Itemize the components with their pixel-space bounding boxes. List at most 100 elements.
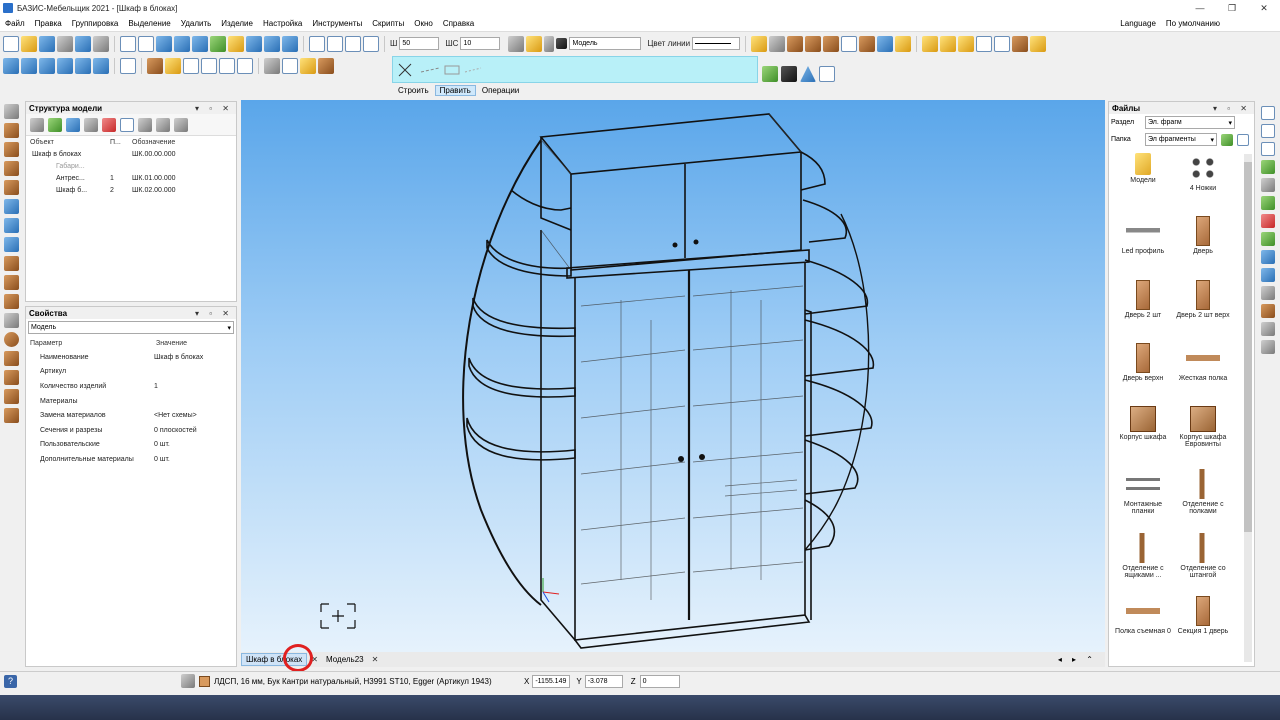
library-item[interactable]: Дверь [1173, 213, 1233, 274]
library-item[interactable]: Монтажные планки [1113, 466, 1173, 527]
width-field[interactable]: 50 [399, 37, 440, 50]
snap-point-icon[interactable] [120, 35, 136, 52]
panel-purple-icon[interactable] [1261, 268, 1275, 282]
prop-row[interactable]: Дополнительные материалы 0 шт. [26, 452, 236, 467]
material-picker-icon[interactable] [181, 674, 195, 688]
camera-view-icon[interactable] [246, 35, 262, 52]
search-icon[interactable] [120, 117, 134, 132]
library-item[interactable]: Модели [1113, 150, 1173, 211]
arc-panel-icon[interactable] [4, 180, 19, 195]
panel-edit-icon[interactable] [805, 35, 822, 52]
view-left-icon[interactable] [39, 58, 55, 74]
cut-list-icon[interactable] [859, 35, 876, 52]
column-code[interactable]: Обозначение [132, 139, 175, 146]
profile-icon[interactable] [4, 294, 19, 309]
materials-icon[interactable] [318, 58, 334, 74]
paste-icon[interactable] [1261, 340, 1275, 354]
sticky-note-icon[interactable] [751, 35, 768, 52]
lightbulb-icon[interactable] [526, 35, 543, 52]
search-model-icon[interactable] [994, 35, 1011, 52]
edit-panels-icon[interactable] [940, 35, 957, 52]
prop-row[interactable]: Материалы [26, 394, 236, 409]
close-button[interactable]: ✕ [1248, 3, 1280, 14]
library-item[interactable]: Полка съемная 0 [1113, 593, 1173, 654]
prop-row[interactable]: Наименование Шкаф в блоках [26, 350, 236, 365]
panel-controls[interactable]: ▾ ▫ ✕ [1213, 104, 1251, 113]
insert-green-icon[interactable] [1261, 160, 1275, 174]
copy-icon[interactable] [1261, 322, 1275, 336]
doc-list-icon[interactable] [1261, 124, 1275, 138]
ws-field[interactable]: 10 [460, 37, 501, 50]
view-top-icon[interactable] [21, 58, 37, 74]
prop-row[interactable]: Сечения и разрезы 0 плоскостей [26, 423, 236, 438]
split-vertical-icon[interactable] [4, 218, 19, 233]
panel-blue-icon[interactable] [1261, 250, 1275, 264]
undo-icon[interactable] [75, 35, 91, 52]
box-icon[interactable] [823, 35, 840, 52]
add-node-icon[interactable] [48, 117, 62, 132]
view-mode-icon[interactable] [976, 35, 993, 52]
doc-icon[interactable] [1261, 106, 1275, 120]
library-scrollbar[interactable] [1244, 154, 1252, 662]
menu-file[interactable]: Файл [0, 19, 30, 28]
shade-edges-icon[interactable] [237, 58, 253, 74]
x-coord-field[interactable]: -1155.149 [532, 674, 571, 688]
panel-controls[interactable]: ▾ ▫ ✕ [195, 309, 233, 318]
layer-select[interactable]: Модель [569, 37, 642, 50]
new-file-icon[interactable] [3, 35, 19, 52]
prop-row[interactable]: Замена материалов <Нет схемы> [26, 408, 236, 423]
view-iso-icon[interactable] [57, 58, 73, 74]
panel-icon[interactable] [787, 35, 804, 52]
panel-horizontal-icon[interactable] [4, 142, 19, 157]
menu-window[interactable]: Окно [409, 19, 438, 28]
3d-viewport[interactable] [241, 100, 1105, 652]
snap-edge-icon[interactable] [192, 35, 208, 52]
section-select[interactable]: Эл. фрагм ▾ [1145, 116, 1235, 129]
prop-row[interactable]: Артикул [26, 365, 236, 380]
library-item[interactable]: Led профиль [1113, 213, 1173, 274]
divide-icon[interactable] [4, 199, 19, 214]
lock-icon[interactable] [544, 35, 555, 52]
save-icon[interactable] [39, 35, 55, 52]
refresh-icon[interactable] [120, 58, 136, 74]
hardware-remove-icon[interactable] [1261, 214, 1275, 228]
column-object[interactable]: Объект [30, 139, 110, 146]
material-icon[interactable] [1012, 35, 1029, 52]
print-icon[interactable] [57, 35, 73, 52]
panel-frontal-icon[interactable] [4, 161, 19, 176]
panel-controls[interactable]: ▾ ▫ ✕ [195, 104, 233, 113]
menu-product[interactable]: Изделие [216, 19, 258, 28]
stack-icon[interactable] [4, 389, 19, 404]
help-icon[interactable]: ? [4, 674, 17, 688]
library-item[interactable]: Отделение со штангой [1173, 530, 1233, 591]
tree-row-root[interactable]: Шкаф в блоках ШК.00.00.000 [26, 148, 236, 160]
table-icon[interactable] [958, 35, 975, 52]
tree-row-cabinet[interactable]: Шкаф б... 2 ШК.02.00.000 [26, 184, 236, 196]
arch-icon[interactable] [4, 275, 19, 290]
color-swatch-icon[interactable] [556, 38, 568, 49]
facade-icon[interactable] [4, 408, 19, 423]
search-icon[interactable] [1237, 133, 1249, 146]
shade-texture-icon[interactable] [165, 58, 181, 74]
split-horizontal-icon[interactable] [4, 237, 19, 252]
shade-wire-icon[interactable] [183, 58, 199, 74]
folder-up-icon[interactable] [1221, 133, 1233, 146]
confirm-icon[interactable] [762, 66, 778, 82]
add-point-icon[interactable] [210, 35, 226, 52]
library-item[interactable]: Дверь 2 шт [1113, 277, 1173, 338]
light-icon[interactable] [300, 58, 316, 74]
library-item[interactable]: Дверь 2 шт верх [1173, 277, 1233, 338]
tab-doc-model23[interactable]: Модель23 [322, 655, 368, 664]
column-pos[interactable]: П... [110, 139, 132, 146]
magnet-icon[interactable] [174, 35, 190, 52]
library-item[interactable]: Жесткая полка [1173, 340, 1233, 401]
doc-table-icon[interactable] [1261, 142, 1275, 156]
select-panels-icon[interactable] [922, 35, 939, 52]
library-item[interactable]: Дверь верхн [1113, 340, 1173, 401]
properties-selector[interactable]: Модель ▾ [28, 321, 234, 334]
panel-gray-icon[interactable] [1261, 286, 1275, 300]
menu-group[interactable]: Группировка [67, 19, 124, 28]
zoom-in-icon[interactable] [345, 35, 361, 52]
panel-green-icon[interactable] [1261, 232, 1275, 246]
cone-icon[interactable] [4, 351, 19, 366]
